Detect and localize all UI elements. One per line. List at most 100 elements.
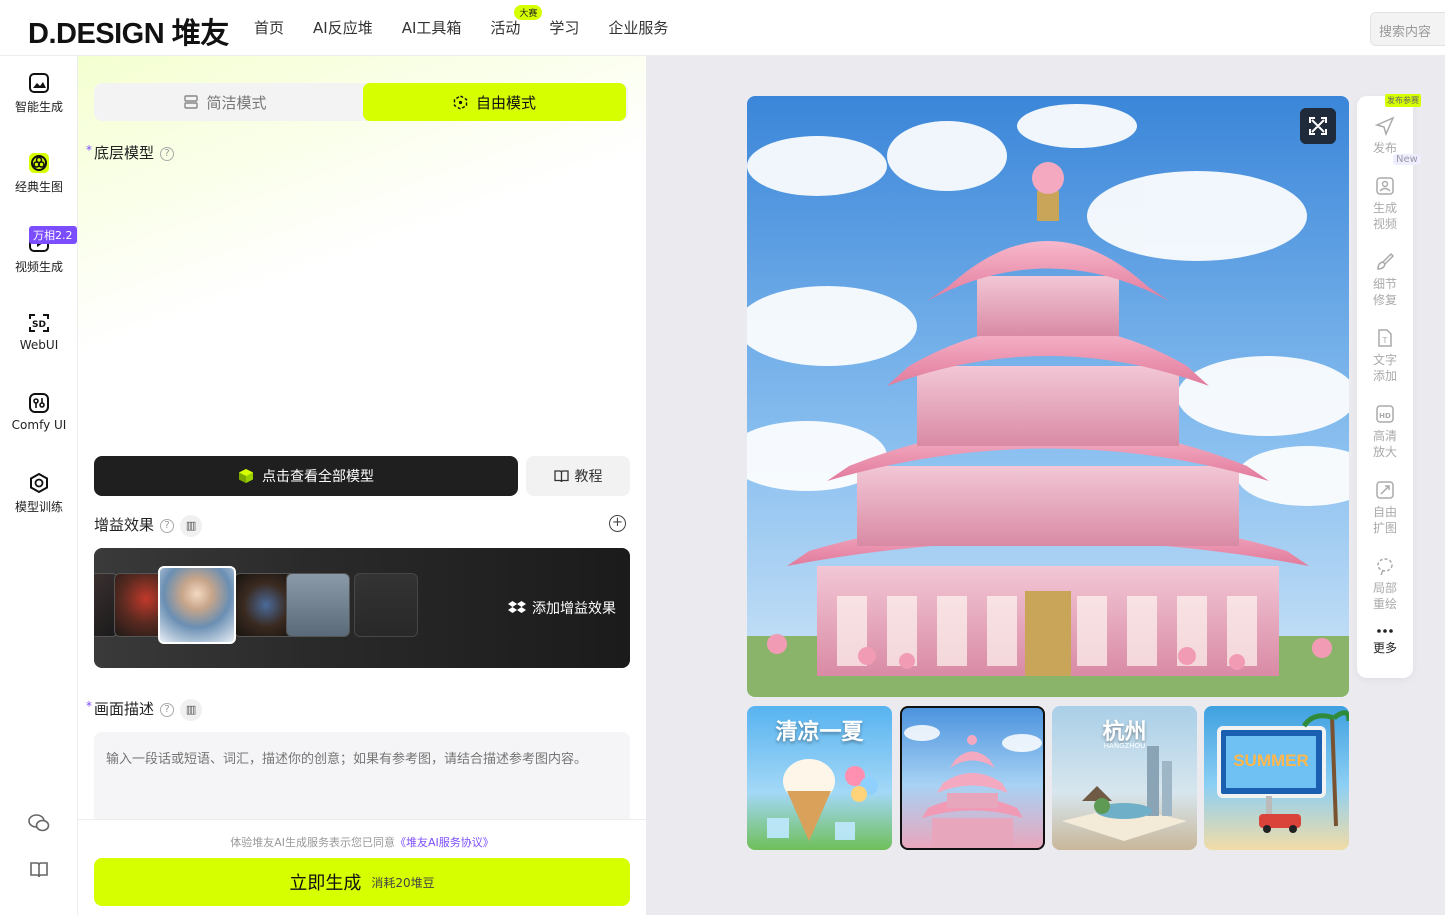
classic-image-icon [29,153,49,173]
help-icon[interactable]: ? [160,518,175,533]
add-circle-icon[interactable]: + [609,515,626,532]
add-boost-label: 添加增益效果 [532,601,616,617]
book-icon[interactable] [27,858,51,882]
mode-simple-tab[interactable]: 简洁模式 [94,83,357,121]
config-panel: 简洁模式 自由模式 * 底层模型? 点击查看全部模型 教程 增益效果? ▥ + 添加… [78,56,646,915]
sidebar-item-comfy[interactable]: Comfy UI [0,392,78,432]
base-model-label: * 底层模型? [86,142,175,163]
publish-badge: 发布参赛 [1385,94,1421,107]
main-preview-image[interactable] [747,96,1349,697]
book-icon [553,470,569,483]
sidebar-item-classic[interactable]: 经典生图 [0,152,78,195]
help-icon[interactable]: ? [160,702,175,717]
billboard-text: SUMMER [1233,751,1309,770]
tutorial-button[interactable]: 教程 [526,456,630,496]
tool-inpaint[interactable]: 局部重绘 [1357,556,1413,612]
generate-label: 立即生成 [289,873,362,894]
boost-effects-box[interactable]: 添加增益效果 [94,548,630,668]
mode-free-label: 自由模式 [475,93,536,112]
comfy-icon [29,393,49,413]
sidebar-item-webui[interactable]: SD WebUI [0,312,78,352]
tool-generate-video[interactable]: 生成视频 [1357,176,1413,232]
book-icon[interactable]: ▥ [180,698,203,721]
view-all-models-button[interactable]: 点击查看全部模型 [94,456,518,496]
sidebar-item-smart-gen[interactable]: 智能生成 [0,72,78,115]
boost-thumb [286,573,350,637]
cube-icon [239,469,253,483]
sidebar-label: WebUI [19,338,59,352]
example-thumb-summer[interactable]: 清凉一夏 [747,706,892,850]
activity-badge: 大赛 [514,5,543,20]
nav-home[interactable]: 首页 [254,17,284,38]
nav-enterprise[interactable]: 企业服务 [608,17,668,38]
image-sparkle-icon [29,73,49,93]
search-input[interactable]: 搜索内容 [1370,12,1445,46]
expand-image-icon [1376,481,1394,499]
sidebar-item-model-train[interactable]: 模型训练 [0,472,78,515]
svg-text:HD: HD [1379,412,1391,420]
billboard-illustration: SUMMER [1217,710,1349,833]
add-boost-button[interactable]: 添加增益效果 [508,598,616,618]
text-file-icon: T [1378,329,1392,347]
mode-simple-label: 简洁模式 [206,93,267,112]
left-sidebar: 智能生成 经典生图 万相2.2 视频生成 SD WebUI Comfy UI 模… [0,56,78,915]
help-icon[interactable]: ? [160,146,175,161]
main-nav: 首页 AI反应堆 AI工具箱 活动 大赛 学习 企业服务 [254,5,697,38]
temple-of-heaven-image [747,96,1349,697]
boost-thumb-selected [158,566,236,644]
layout-icon [184,95,199,109]
wechat-icon[interactable] [27,811,51,835]
hangzhou-book-illustration [1062,746,1187,841]
tools-panel: 发布参赛 发布 New 生成视频 细节修复 T 文字添加 HD 高清放大 自由扩… [1357,94,1421,678]
cost-label: 消耗20堆豆 [371,875,435,890]
sd-icon: SD [29,314,49,332]
nav-activity[interactable]: 活动 大赛 [490,5,543,38]
boost-thumb [354,573,418,637]
generate-button[interactable]: 立即生成 消耗20堆豆 [94,858,630,906]
tool-expand-image[interactable]: 自由扩图 [1357,480,1413,536]
temple-thumb-illustration [904,725,1042,848]
more-icon [1377,629,1393,633]
generate-footer: 体验堆友AI生成服务表示您已同意《堆友AI服务协议》 立即生成 消耗20堆豆 [78,819,646,915]
mode-switch: 简洁模式 自由模式 [94,83,628,121]
tool-more[interactable]: 更多 [1357,626,1413,656]
brush-icon [1377,252,1395,270]
tutorial-label: 教程 [574,469,603,485]
hd-icon: HD [1376,405,1394,423]
tool-detail-repair[interactable]: 细节修复 [1357,252,1413,308]
fullscreen-icon[interactable] [1300,108,1336,144]
description-input[interactable] [94,732,630,822]
mode-free-tab[interactable]: 自由模式 [363,83,626,121]
preview-area: 清凉一夏 杭州 HANGZHOU SUMMER 发布参赛 发布 New 生成视频… [646,56,1445,915]
sidebar-item-video[interactable]: 万相2.2 视频生成 [0,226,78,275]
dropbox-icon [508,601,526,613]
sidebar-label: Comfy UI [11,418,67,432]
sidebar-label: 视频生成 [14,260,63,274]
tool-text-add[interactable]: T 文字添加 [1357,328,1413,384]
video-gen-icon [1376,177,1394,195]
book-icon[interactable]: ▥ [180,514,203,537]
example-thumb-hangzhou[interactable]: 杭州 HANGZHOU [1052,706,1197,850]
model-train-icon [30,472,48,494]
svg-text:SD: SD [32,320,46,330]
agreement-text: 体验堆友AI生成服务表示您已同意《堆友AI服务协议》 [230,836,494,849]
view-all-models-label: 点击查看全部模型 [262,469,374,485]
nav-ai-reactor[interactable]: AI反应堆 [313,17,373,38]
logo[interactable]: D.DESIGN 堆友 [28,10,229,52]
lasso-icon [1377,558,1393,576]
agreement-link[interactable]: 《堆友AI服务协议》 [395,836,494,849]
nav-activity-label: 活动 [490,19,521,37]
nav-learn[interactable]: 学习 [549,17,579,38]
top-bar: D.DESIGN 堆友 首页 AI反应堆 AI工具箱 活动 大赛 学习 企业服务… [0,0,1445,56]
svg-text:T: T [1382,336,1388,345]
example-thumb-billboard[interactable]: SUMMER [1204,706,1349,850]
boost-label: 增益效果? ▥ [94,514,203,537]
model-badge: 万相2.2 [29,226,77,244]
example-thumb-temple[interactable] [900,706,1045,850]
tool-hd-upscale[interactable]: HD 高清放大 [1357,404,1413,460]
send-icon [1375,116,1395,136]
sidebar-label: 智能生成 [14,100,63,114]
nav-ai-toolbox[interactable]: AI工具箱 [402,17,462,38]
tool-publish[interactable]: 发布 [1357,116,1413,156]
cube-icon [453,94,468,110]
